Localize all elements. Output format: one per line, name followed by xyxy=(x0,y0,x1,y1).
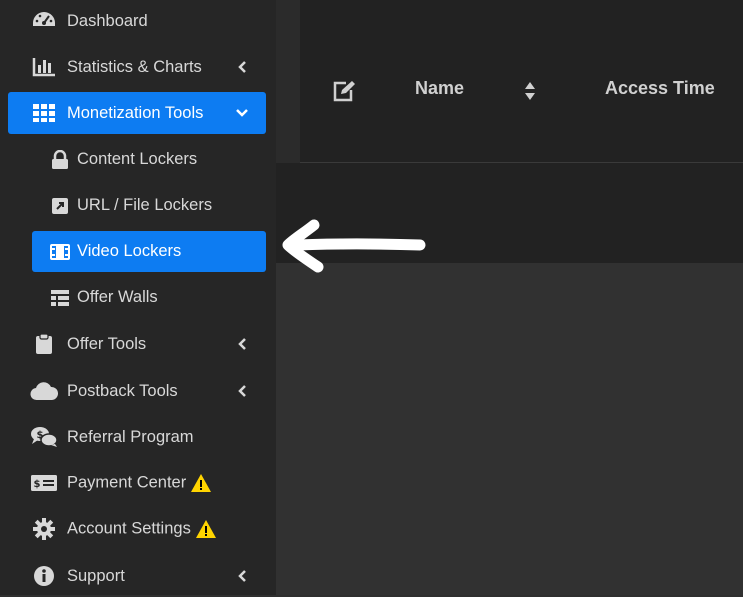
sidebar-item-label-row: Account Settings xyxy=(67,519,217,539)
sidebar-item-video-lockers[interactable]: Video Lockers xyxy=(32,231,266,272)
sidebar-item-label: Video Lockers xyxy=(77,242,182,260)
column-header-name[interactable]: Name xyxy=(415,78,464,99)
info-icon xyxy=(30,564,58,588)
svg-text:$: $ xyxy=(37,430,44,441)
sidebar-item-account-settings[interactable]: Account Settings xyxy=(8,508,266,550)
warning-icon xyxy=(191,474,212,492)
chevron-left-icon xyxy=(236,385,248,397)
sort-icon[interactable] xyxy=(524,81,536,106)
grid-icon xyxy=(30,101,58,125)
sidebar-item-payment-center[interactable]: $ Payment Center xyxy=(8,462,266,504)
gear-icon xyxy=(30,517,58,541)
sidebar-item-offer-tools[interactable]: Offer Tools xyxy=(8,323,266,365)
sidebar-item-label: Offer Tools xyxy=(67,334,147,353)
sidebar-item-label: Offer Walls xyxy=(77,288,158,306)
sidebar-item-label: Dashboard xyxy=(67,11,148,30)
dashboard-gauge-icon xyxy=(30,9,58,33)
sidebar-item-label-row: Payment Center xyxy=(67,473,212,493)
warning-icon xyxy=(195,520,216,538)
chevron-left-icon xyxy=(236,570,248,582)
money-card-icon: $ xyxy=(30,471,58,495)
svg-text:$: $ xyxy=(34,479,41,490)
sidebar-item-label: Statistics & Charts xyxy=(67,57,202,76)
column-header-access-time[interactable]: Access Time xyxy=(605,78,715,99)
lock-icon xyxy=(46,148,74,172)
sidebar-item-label: URL / File Lockers xyxy=(77,196,213,214)
cloud-icon xyxy=(30,379,58,403)
sidebar-nav: Dashboard Statistics & Charts Monetizati… xyxy=(0,0,276,595)
chevron-left-icon xyxy=(236,61,248,73)
edit-icon[interactable] xyxy=(332,80,356,107)
sidebar-item-support[interactable]: Support xyxy=(8,555,266,597)
chevron-down-icon xyxy=(236,107,248,119)
sidebar-item-referral-program[interactable]: $ Referral Program xyxy=(8,416,266,458)
sidebar-item-label: Monetization Tools xyxy=(67,103,204,122)
sidebar-item-offer-walls[interactable]: Offer Walls xyxy=(32,277,266,318)
annotation-arrow xyxy=(282,219,426,273)
sidebar-item-label: Payment Center xyxy=(67,473,187,492)
sidebar-item-url-file-lockers[interactable]: URL / File Lockers xyxy=(32,185,266,226)
table-icon xyxy=(46,286,74,310)
sidebar-item-postback-tools[interactable]: Postback Tools xyxy=(8,370,266,412)
sidebar-item-label: Referral Program xyxy=(67,427,194,446)
content-area xyxy=(276,263,743,595)
film-icon xyxy=(46,240,74,264)
sidebar-item-monetization-tools[interactable]: Monetization Tools xyxy=(8,92,266,134)
chat-dollar-icon: $ xyxy=(30,425,58,449)
sidebar-item-label: Content Lockers xyxy=(77,150,198,168)
sidebar-item-label: Postback Tools xyxy=(67,381,178,400)
sidebar-item-statistics[interactable]: Statistics & Charts xyxy=(8,46,266,88)
clipboard-icon xyxy=(30,332,58,356)
sidebar-item-label: Account Settings xyxy=(67,519,191,538)
bar-chart-icon xyxy=(30,55,58,79)
sidebar-item-label: Support xyxy=(67,566,125,585)
sidebar-item-dashboard[interactable]: Dashboard xyxy=(8,0,266,42)
chevron-left-icon xyxy=(236,338,248,350)
external-link-icon xyxy=(46,194,74,218)
sidebar-item-content-lockers[interactable]: Content Lockers xyxy=(32,139,266,180)
